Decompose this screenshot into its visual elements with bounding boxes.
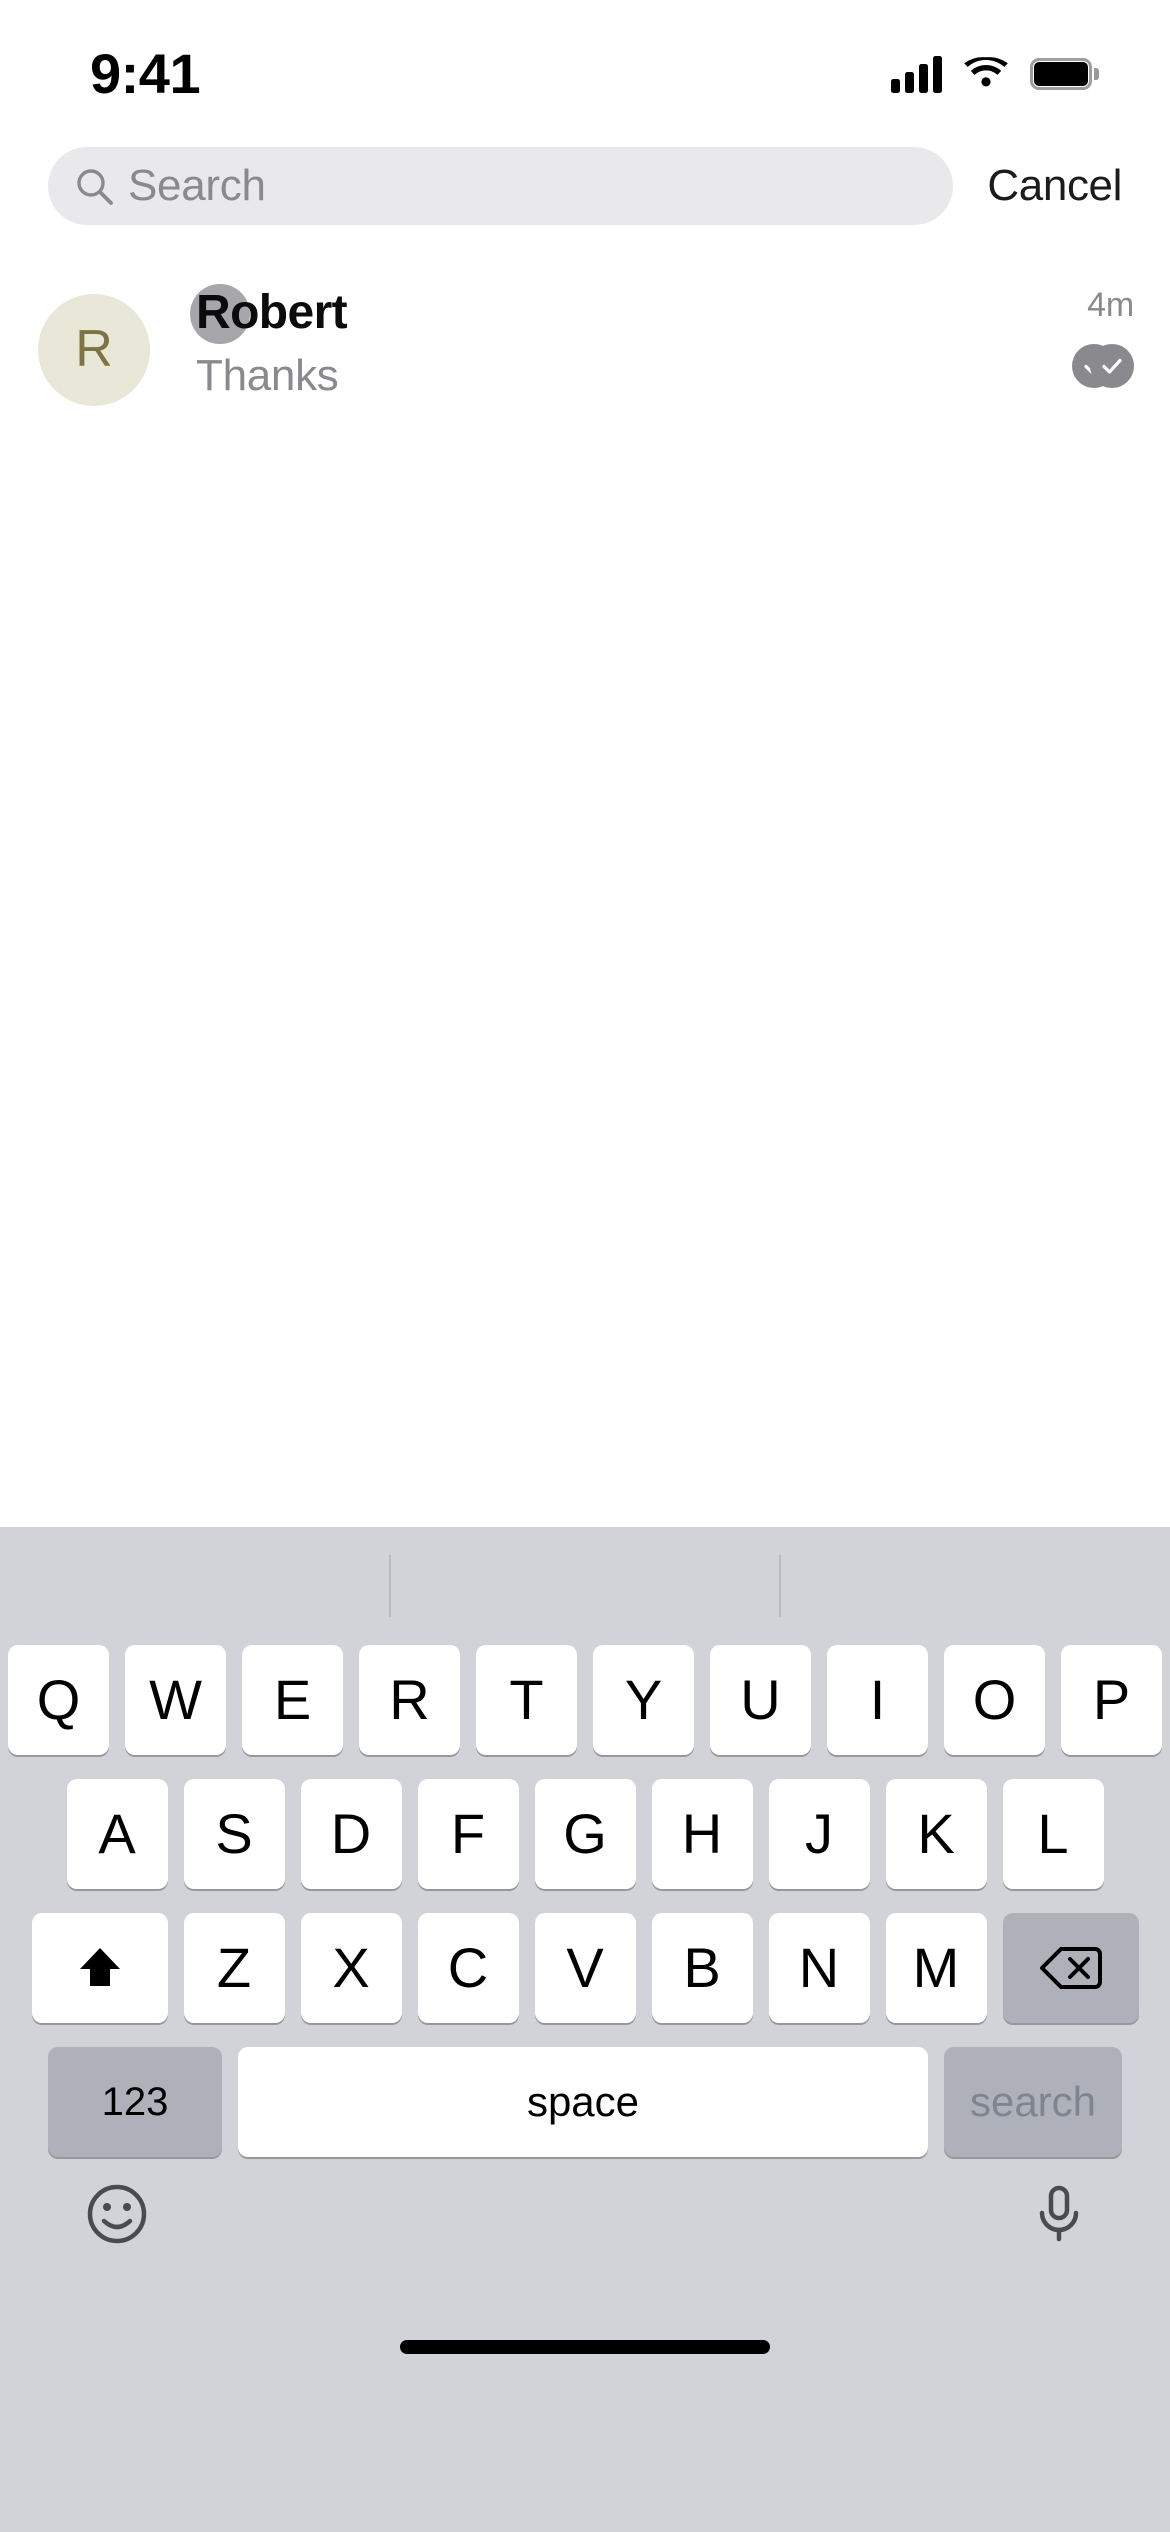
conversation-row[interactable]: R Robert Thanks 4m — [0, 264, 1170, 434]
shift-arrow-icon — [72, 1940, 128, 1996]
key-o[interactable]: O — [944, 1645, 1045, 1755]
keyboard-row-3: Z X C V B N M — [0, 1913, 1170, 2023]
key-c[interactable]: C — [417, 1913, 519, 2023]
backspace-delete-icon — [1039, 1944, 1103, 1992]
key-p[interactable]: P — [1061, 1645, 1162, 1755]
key-n[interactable]: N — [768, 1913, 870, 2023]
on-screen-keyboard: Q W E R T Y U I O P A S D F G H J K L Z … — [0, 1527, 1170, 2532]
key-w[interactable]: W — [125, 1645, 226, 1755]
space-key[interactable]: space — [238, 2047, 928, 2157]
search-placeholder: Search — [128, 161, 266, 210]
key-q[interactable]: Q — [8, 1645, 109, 1755]
key-g[interactable]: G — [534, 1779, 636, 1889]
key-s[interactable]: S — [183, 1779, 285, 1889]
microphone-icon[interactable] — [1028, 2183, 1090, 2245]
search-input[interactable]: Search — [48, 147, 954, 225]
avatar: R — [38, 294, 150, 406]
key-k[interactable]: K — [885, 1779, 987, 1889]
key-r[interactable]: R — [359, 1645, 460, 1755]
key-a[interactable]: A — [66, 1779, 168, 1889]
home-indicator[interactable] — [400, 2340, 770, 2354]
key-i[interactable]: I — [827, 1645, 928, 1755]
key-t[interactable]: T — [476, 1645, 577, 1755]
phone-screen: 9:41 Search Cancel R Robert Thanks 4m Q … — [0, 0, 1170, 2532]
conversation-meta: 4m — [1072, 264, 1134, 388]
key-l[interactable]: L — [1002, 1779, 1104, 1889]
key-d[interactable]: D — [300, 1779, 402, 1889]
home-indicator-area — [0, 2317, 1170, 2377]
backspace-key[interactable] — [1002, 1913, 1139, 2023]
key-z[interactable]: Z — [183, 1913, 285, 2023]
conversation-name-line: Robert — [190, 282, 1072, 344]
key-m[interactable]: M — [885, 1913, 987, 2023]
key-j[interactable]: J — [768, 1779, 870, 1889]
key-u[interactable]: U — [710, 1645, 811, 1755]
search-icon — [74, 166, 114, 206]
double-check-read-icon — [1072, 344, 1134, 388]
conversation-preview: Thanks — [196, 351, 339, 400]
key-y[interactable]: Y — [593, 1645, 694, 1755]
predictive-divider — [389, 1555, 391, 1617]
key-v[interactable]: V — [534, 1913, 636, 2023]
predictive-text-bar[interactable] — [0, 1527, 1170, 1645]
numbers-key[interactable]: 123 — [48, 2047, 222, 2157]
keyboard-row-2: A S D F G H J K L — [0, 1779, 1170, 1889]
key-x[interactable]: X — [300, 1913, 402, 2023]
avatar-initial: R — [75, 319, 113, 378]
key-e[interactable]: E — [242, 1645, 343, 1755]
battery-full-icon — [1030, 58, 1099, 90]
key-h[interactable]: H — [651, 1779, 753, 1889]
status-bar: 9:41 — [0, 0, 1170, 130]
search-bar: Search Cancel — [0, 130, 1170, 242]
key-f[interactable]: F — [417, 1779, 519, 1889]
cancel-button[interactable]: Cancel — [983, 161, 1144, 211]
keyboard-bottom-bar — [0, 2157, 1170, 2317]
predictive-divider — [779, 1555, 781, 1617]
keyboard-row-4: 123 space search — [0, 2047, 1170, 2157]
key-b[interactable]: B — [651, 1913, 753, 2023]
status-icons — [891, 37, 1099, 93]
signal-bars-icon — [891, 55, 942, 93]
keyboard-row-1: Q W E R T Y U I O P — [0, 1645, 1170, 1755]
wifi-icon — [964, 57, 1008, 91]
status-time: 9:41 — [90, 42, 201, 105]
conversation-text: Robert Thanks — [150, 264, 1072, 400]
conversation-timestamp: 4m — [1087, 286, 1134, 324]
search-results-list: R Robert Thanks 4m — [0, 242, 1170, 1527]
emoji-smiley-icon[interactable] — [86, 2183, 148, 2245]
conversation-name: Robert — [196, 286, 348, 339]
search-return-key[interactable]: search — [944, 2047, 1122, 2157]
shift-key[interactable] — [31, 1913, 168, 2023]
